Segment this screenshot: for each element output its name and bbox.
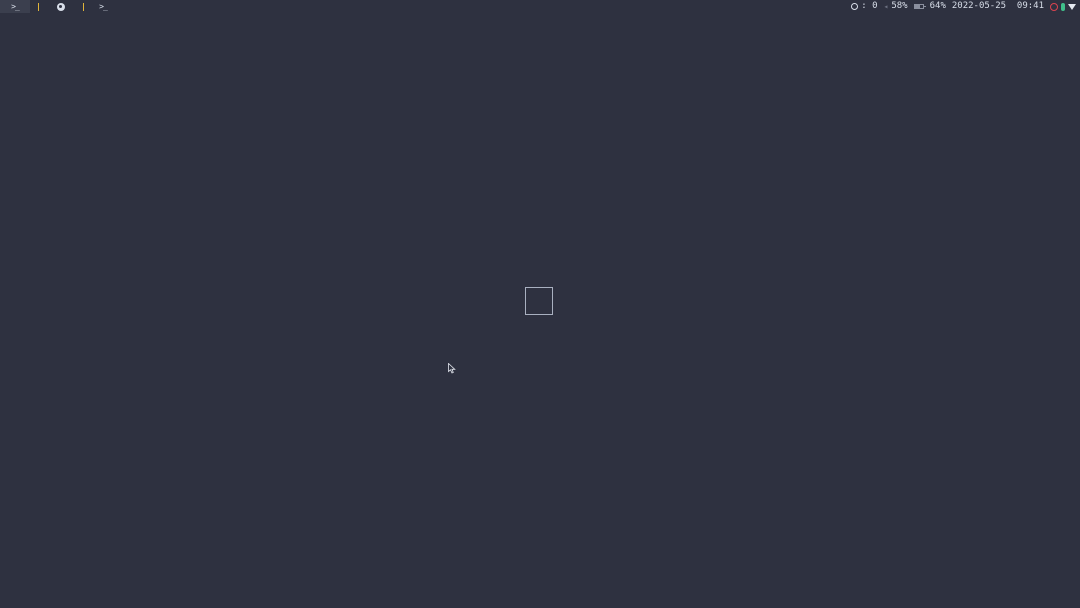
firefox-icon	[57, 2, 65, 11]
desktop[interactable]	[0, 13, 1080, 608]
workspaces: >_ >_	[0, 0, 113, 13]
wifi-icon[interactable]	[1068, 3, 1076, 10]
workspace-3-button[interactable]: >_	[93, 0, 113, 13]
status-modules: : 0 ◂ 58% 64% 2022-05-25 09:41	[851, 0, 1076, 13]
mouse-cursor-icon	[448, 363, 456, 374]
clock-module[interactable]: 2022-05-25 09:41	[952, 0, 1044, 13]
workspace-2-button[interactable]	[48, 0, 74, 13]
terminal-icon: >_	[11, 2, 20, 11]
github-count: : 0	[861, 1, 878, 11]
github-module[interactable]: : 0	[851, 0, 878, 13]
workspace-1-button[interactable]: >_	[0, 0, 30, 13]
workspace-separator	[38, 2, 39, 11]
datetime: 2022-05-25 09:41	[951, 1, 1044, 11]
terminal-icon: >_	[99, 2, 108, 11]
battery-icon	[913, 4, 926, 9]
window-placeholder[interactable]	[525, 287, 553, 315]
battery-level: 64%	[929, 1, 946, 11]
top-bar: >_ >_ : 0 ◂ 58% 64% 2022-05-25 09:41	[0, 0, 1080, 13]
volume-icon: ◂	[883, 2, 889, 11]
volume-module[interactable]: ◂ 58%	[884, 0, 908, 13]
battery-module: 64%	[913, 0, 946, 13]
github-icon	[851, 3, 859, 10]
volume-level: 58%	[891, 1, 908, 11]
system-tray	[1050, 2, 1076, 11]
tray-green-icon[interactable]	[1061, 2, 1065, 11]
workspace-separator	[83, 2, 84, 11]
tray-red-icon[interactable]	[1050, 2, 1058, 11]
